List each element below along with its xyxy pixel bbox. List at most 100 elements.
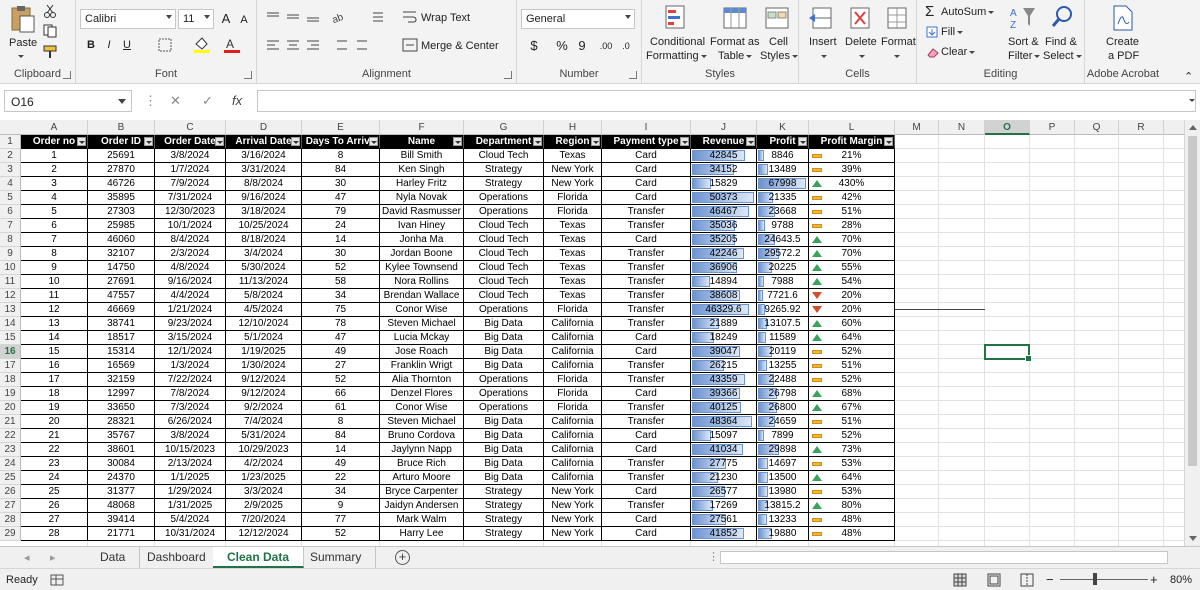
paste-dropdown-caret[interactable] (16, 50, 24, 62)
table-cell[interactable]: California (544, 429, 602, 443)
table-cell[interactable]: 10/29/2023 (226, 443, 302, 457)
table-cell[interactable]: 18517 (88, 331, 155, 345)
table-cell[interactable]: Harley Fritz (380, 177, 464, 191)
table-cell[interactable]: 67998 (757, 177, 809, 191)
table-cell[interactable]: Jaidyn Andersen (380, 499, 464, 513)
row-header-8[interactable]: 8 (0, 233, 21, 247)
tab-clean-data[interactable]: Clean Data (213, 547, 305, 568)
column-header-i[interactable]: I (602, 120, 691, 135)
table-cell[interactable]: 2/3/2024 (155, 247, 226, 261)
table-cell[interactable]: 48068 (88, 499, 155, 513)
horizontal-scrollbar[interactable] (720, 551, 1168, 564)
enter-icon[interactable]: ✓ (202, 93, 213, 109)
table-cell[interactable]: 15314 (88, 345, 155, 359)
table-cell[interactable]: 9265.92 (757, 303, 809, 317)
table-cell[interactable]: 24 (302, 219, 380, 233)
table-cell[interactable]: 13107.5 (757, 317, 809, 331)
create-pdf-icon[interactable] (1110, 4, 1136, 34)
table-cell[interactable]: Strategy (464, 485, 544, 499)
table-cell[interactable]: 1/29/2024 (155, 485, 226, 499)
table-cell[interactable]: 7899 (757, 429, 809, 443)
cell-styles-icon[interactable] (764, 4, 790, 34)
table-cell[interactable]: 27561 (691, 513, 757, 527)
table-cell[interactable]: Cloud Tech (464, 219, 544, 233)
table-cell[interactable]: 12/12/2024 (226, 527, 302, 541)
table-header-order-no[interactable]: Order no (21, 135, 88, 149)
table-cell[interactable]: New York (544, 485, 602, 499)
table-cell[interactable]: 46726 (88, 177, 155, 191)
table-cell[interactable]: Card (602, 513, 691, 527)
table-cell[interactable]: Jose Roach (380, 345, 464, 359)
table-cell[interactable]: 12/30/2023 (155, 205, 226, 219)
table-cell[interactable]: 11 (21, 289, 88, 303)
sort-filter-label[interactable]: Filter (1008, 50, 1041, 62)
table-cell[interactable]: 52% (809, 429, 895, 443)
table-header-profit[interactable]: Profit (757, 135, 809, 149)
table-cell[interactable]: 53% (809, 457, 895, 471)
table-cell[interactable]: California (544, 457, 602, 471)
table-cell[interactable]: David Rasmusser (380, 205, 464, 219)
table-cell[interactable]: Transfer (602, 499, 691, 513)
table-cell[interactable]: 14750 (88, 261, 155, 275)
column-header-h[interactable]: H (544, 120, 602, 135)
table-header-arrival-date[interactable]: Arrival Date (226, 135, 302, 149)
row-header-2[interactable]: 2 (0, 149, 21, 163)
table-header-order-date[interactable]: Order Date (155, 135, 226, 149)
autosum-button[interactable]: AutoSum (941, 6, 995, 18)
table-cell[interactable]: Card (602, 149, 691, 163)
fill-icon[interactable] (926, 26, 938, 38)
insert-cells-caret[interactable] (819, 50, 827, 62)
row-header-13[interactable]: 13 (0, 303, 21, 317)
table-cell[interactable]: 21335 (757, 191, 809, 205)
table-cell[interactable]: 13233 (757, 513, 809, 527)
table-cell[interactable]: 17269 (691, 499, 757, 513)
table-cell[interactable]: Operations (464, 373, 544, 387)
tab-summary[interactable]: Summary (296, 547, 377, 568)
table-cell[interactable]: Ken Singh (380, 163, 464, 177)
table-cell[interactable]: Strategy (464, 513, 544, 527)
table-cell[interactable]: 1/7/2024 (155, 163, 226, 177)
table-cell[interactable]: California (544, 443, 602, 457)
insert-cells-button[interactable]: Insert (809, 36, 837, 48)
table-cell[interactable]: Operations (464, 401, 544, 415)
scroll-up-icon[interactable] (1189, 125, 1197, 130)
table-cell[interactable]: 21230 (691, 471, 757, 485)
table-cell[interactable]: 25691 (88, 149, 155, 163)
table-cell[interactable]: 24 (21, 471, 88, 485)
table-cell[interactable]: Operations (464, 303, 544, 317)
table-header-days-to-arriva[interactable]: Days To Arriva (302, 135, 380, 149)
add-sheet-icon[interactable]: + (395, 550, 410, 565)
table-cell[interactable]: 47557 (88, 289, 155, 303)
table-cell[interactable]: 35767 (88, 429, 155, 443)
table-cell[interactable]: 18249 (691, 331, 757, 345)
table-cell[interactable]: 7988 (757, 275, 809, 289)
table-cell[interactable]: Cloud Tech (464, 233, 544, 247)
table-cell[interactable]: Alia Thornton (380, 373, 464, 387)
column-header-n[interactable]: N (939, 120, 985, 135)
table-cell[interactable]: Strategy (464, 527, 544, 541)
table-cell[interactable]: 10/15/2023 (155, 443, 226, 457)
format-as-table-icon[interactable] (722, 4, 748, 34)
table-cell[interactable]: Strategy (464, 499, 544, 513)
table-cell[interactable]: 14 (302, 233, 380, 247)
table-cell[interactable]: 67% (809, 401, 895, 415)
table-cell[interactable]: 8/8/2024 (226, 177, 302, 191)
table-cell[interactable]: 51% (809, 415, 895, 429)
table-cell[interactable]: 52% (809, 373, 895, 387)
table-cell[interactable]: 2 (21, 163, 88, 177)
table-cell[interactable]: Ivan Hiney (380, 219, 464, 233)
table-cell[interactable]: 15 (21, 345, 88, 359)
table-cell[interactable]: 60% (809, 317, 895, 331)
table-cell[interactable]: 28321 (88, 415, 155, 429)
find-select-label[interactable]: Select (1043, 50, 1082, 62)
table-cell[interactable]: 51% (809, 205, 895, 219)
table-cell[interactable]: 46467 (691, 205, 757, 219)
table-cell[interactable]: Mark Walm (380, 513, 464, 527)
table-cell[interactable]: 11589 (757, 331, 809, 345)
row-header-15[interactable]: 15 (0, 331, 21, 345)
table-cell[interactable]: Jonha Ma (380, 233, 464, 247)
active-cell-o16[interactable] (984, 344, 1032, 362)
table-cell[interactable]: Bill Smith (380, 149, 464, 163)
table-cell[interactable]: 20225 (757, 261, 809, 275)
table-cell[interactable]: Conor Wise (380, 303, 464, 317)
